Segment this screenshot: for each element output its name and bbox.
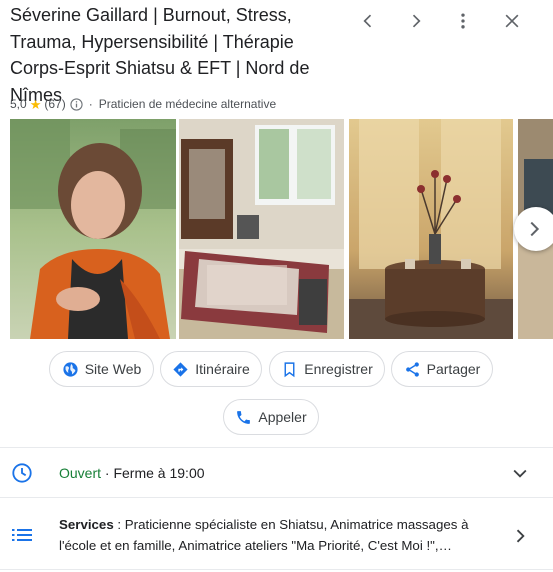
share-label: Partager <box>426 361 481 377</box>
more-options-button[interactable] <box>450 8 476 34</box>
previous-button[interactable] <box>355 8 381 34</box>
chevron-right-icon <box>530 221 540 237</box>
treatment-room-photo[interactable] <box>179 119 344 339</box>
close-icon <box>505 14 519 28</box>
call-label: Appeler <box>258 409 307 425</box>
directions-label: Itinéraire <box>195 361 250 377</box>
share-button[interactable]: Partager <box>391 351 493 387</box>
category-label: Praticien de médecine alternative <box>98 97 277 111</box>
services-text: Services : Praticienne spécialiste en Sh… <box>59 514 493 556</box>
divider <box>0 497 553 498</box>
share-icon <box>405 361 419 377</box>
star-icon: ★ <box>29 96 42 112</box>
rating-row: 5,0 ★ (67) · Praticien de médecine alter… <box>10 97 276 111</box>
photos-next-button[interactable] <box>514 207 553 251</box>
hours-row[interactable]: Ouvert · Ferme à 19:00 <box>0 449 553 497</box>
closing-time: Ferme à 19:00 <box>113 465 205 481</box>
place-title: Séverine Gaillard | Burnout, Stress, Tra… <box>10 5 310 105</box>
directions-icon <box>173 361 188 377</box>
call-button[interactable]: Appeler <box>223 399 319 435</box>
close-button[interactable] <box>499 8 525 34</box>
divider <box>0 569 553 570</box>
website-label: Site Web <box>84 361 142 377</box>
chevron-right-icon <box>412 14 421 28</box>
more-vert-icon <box>461 13 465 29</box>
services-description: : Praticienne spécialiste en Shiatsu, An… <box>59 517 469 553</box>
services-row[interactable]: Services : Praticienne spécialiste en Sh… <box>0 503 553 567</box>
divider <box>0 447 553 448</box>
globe-icon <box>63 361 78 377</box>
chevron-down-icon[interactable] <box>510 463 530 483</box>
portrait-photo[interactable] <box>10 119 176 339</box>
website-button[interactable]: Site Web <box>49 351 154 387</box>
open-status: Ouvert <box>59 465 102 481</box>
info-icon[interactable] <box>70 97 83 111</box>
chevron-right-icon[interactable] <box>510 526 530 546</box>
rating-value: 5,0 <box>10 97 27 111</box>
directions-button[interactable]: Itinéraire <box>160 351 262 387</box>
services-label: Services <box>59 517 114 532</box>
separator-dot: · <box>88 97 93 111</box>
photo-strip <box>10 119 553 339</box>
interior-table-photo[interactable] <box>349 119 513 339</box>
save-button[interactable]: Enregistrer <box>269 351 385 387</box>
hours-text: Ouvert · Ferme à 19:00 <box>59 465 205 481</box>
list-icon <box>12 529 32 541</box>
phone-icon <box>237 410 251 424</box>
review-count[interactable]: (67) <box>44 97 65 111</box>
hours-separator: · <box>101 465 114 481</box>
next-button[interactable] <box>403 8 429 34</box>
clock-icon <box>12 463 32 483</box>
bookmark-icon <box>284 361 295 377</box>
save-label: Enregistrer <box>304 361 373 377</box>
chevron-left-icon <box>363 14 372 28</box>
